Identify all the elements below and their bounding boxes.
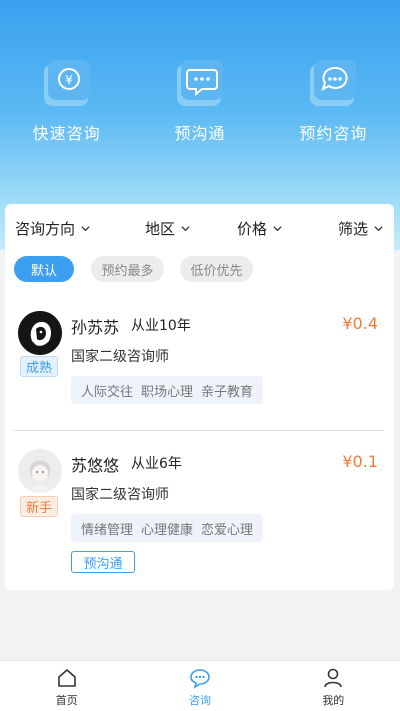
filter-region[interactable]: 地区 bbox=[145, 218, 190, 239]
tab-mine-label: 我的 bbox=[322, 694, 345, 707]
counselor-experience: 从业10年 bbox=[131, 318, 191, 334]
tag: 亲子教育 bbox=[201, 384, 254, 400]
counselor-tags: 人际交往 职场心理 亲子教育 bbox=[71, 376, 264, 404]
counselor-name: 苏悠悠 bbox=[71, 456, 120, 475]
svg-text:¥: ¥ bbox=[65, 73, 73, 87]
counselor-card[interactable]: 新手 苏悠悠 从业6年 ¥0.1 国家二级咨询师 情绪管理 心理健康 恋爱心理 … bbox=[5, 441, 394, 581]
level-badge: 成熟 bbox=[20, 356, 58, 377]
sort-most-booked-chip[interactable]: 预约最多 bbox=[91, 256, 164, 282]
filter-price[interactable]: 价格 bbox=[237, 218, 282, 239]
tag: 情绪管理 bbox=[81, 522, 134, 538]
tag: 人际交往 bbox=[81, 384, 134, 400]
counselor-panel: 咨询方向 地区 价格 筛选 默认 预约最多 低价优先 成熟 孙苏苏 从业10年 … bbox=[5, 204, 394, 590]
tab-consult-label: 咨询 bbox=[188, 694, 211, 707]
pre-communicate-label: 预沟通 bbox=[174, 124, 226, 143]
counselor-price: ¥0.4 bbox=[342, 314, 378, 333]
divider bbox=[13, 430, 384, 431]
counselor-card[interactable]: 成熟 孙苏苏 从业10年 ¥0.4 国家二级咨询师 人际交往 职场心理 亲子教育 bbox=[5, 304, 394, 430]
bottom-tab-bar: 首页 咨询 我的 bbox=[0, 660, 400, 711]
filter-region-label: 地区 bbox=[145, 220, 176, 238]
level-badge: 新手 bbox=[20, 496, 58, 517]
chat-icon bbox=[190, 669, 210, 689]
counselor-experience: 从业6年 bbox=[131, 456, 182, 472]
counselor-title: 国家二级咨询师 bbox=[71, 349, 169, 365]
tag: 心理健康 bbox=[141, 522, 194, 538]
filter-price-label: 价格 bbox=[237, 220, 268, 238]
chat-bubble-icon bbox=[308, 58, 358, 108]
avatar bbox=[18, 311, 62, 355]
counselor-title: 国家二级咨询师 bbox=[71, 487, 169, 503]
appointment-consult-label: 预约咨询 bbox=[299, 124, 368, 143]
pre-communicate-badge: 预沟通 bbox=[71, 551, 135, 573]
tab-home[interactable]: 首页 bbox=[0, 661, 133, 711]
chevron-down-icon bbox=[181, 226, 190, 232]
filter-screen[interactable]: 筛选 bbox=[338, 218, 383, 239]
home-icon bbox=[57, 669, 76, 687]
tag: 恋爱心理 bbox=[201, 522, 254, 538]
tab-home-label: 首页 bbox=[55, 694, 78, 707]
sort-low-price-chip[interactable]: 低价优先 bbox=[180, 256, 253, 282]
yen-chat-icon: ¥ bbox=[42, 58, 92, 108]
message-dots-icon bbox=[175, 58, 225, 108]
tab-consult[interactable]: 咨询 bbox=[133, 661, 266, 711]
filter-bar: 咨询方向 地区 价格 筛选 bbox=[5, 204, 394, 252]
pre-communicate-button[interactable]: 预沟通 bbox=[133, 58, 266, 144]
tab-mine[interactable]: 我的 bbox=[267, 661, 400, 711]
quick-consult-label: 快速咨询 bbox=[32, 124, 101, 143]
counselor-tags: 情绪管理 心理健康 恋爱心理 bbox=[71, 514, 264, 542]
chevron-down-icon bbox=[374, 226, 383, 232]
user-icon bbox=[324, 668, 343, 688]
appointment-consult-button[interactable]: 预约咨询 bbox=[267, 58, 400, 144]
quick-consult-button[interactable]: ¥ 快速咨询 bbox=[0, 58, 133, 144]
sort-default-chip[interactable]: 默认 bbox=[14, 256, 74, 282]
filter-screen-label: 筛选 bbox=[338, 220, 369, 238]
chevron-down-icon bbox=[273, 226, 282, 232]
avatar bbox=[18, 449, 62, 493]
filter-direction-label: 咨询方向 bbox=[15, 220, 76, 238]
quick-actions: ¥ 快速咨询 预沟通 预约咨询 bbox=[0, 58, 400, 144]
counselor-price: ¥0.1 bbox=[342, 452, 378, 471]
filter-direction[interactable]: 咨询方向 bbox=[15, 218, 90, 239]
counselor-name: 孙苏苏 bbox=[71, 318, 120, 337]
chevron-down-icon bbox=[81, 226, 90, 232]
tag: 职场心理 bbox=[141, 384, 194, 400]
